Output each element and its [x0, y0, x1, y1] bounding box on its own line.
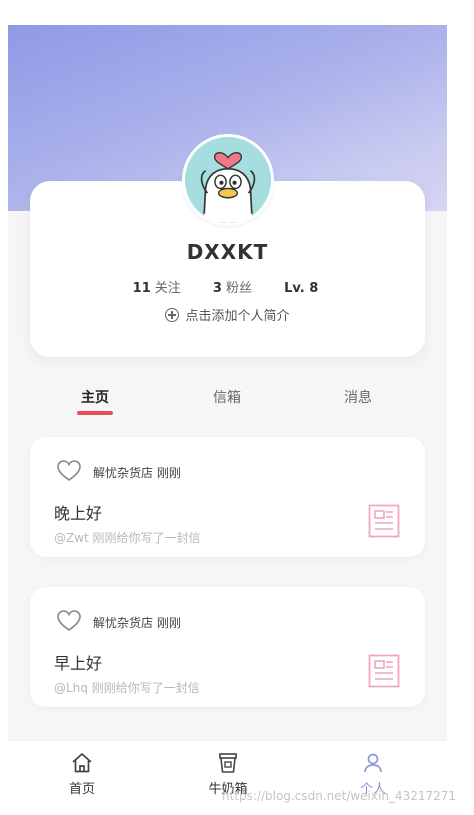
person-icon	[364, 753, 382, 773]
nav-item-home[interactable]: 首页	[42, 751, 122, 797]
followers-label: 粉丝	[225, 281, 252, 296]
heart-outline-icon[interactable]	[56, 459, 82, 483]
heart-outline-icon[interactable]	[56, 609, 82, 633]
following-stat[interactable]: 11 关注	[133, 277, 181, 296]
letter-sender: 解忧杂货店 刚刚	[93, 466, 181, 480]
add-bio-label: 点击添加个人简介	[185, 309, 290, 324]
letter-card[interactable]: 解忧杂货店 刚刚 早上好 @Lhq 刚刚给你写了一封信	[30, 587, 425, 707]
letter-subtitle: @Zwt 刚刚给你写了一封信	[54, 531, 201, 545]
letter-subtitle: @Lhq 刚刚给你写了一封信	[54, 681, 200, 695]
penguin-avatar-image	[185, 137, 271, 223]
milk-box-icon	[219, 753, 237, 773]
avatar[interactable]	[182, 134, 274, 226]
letter-sender: 解忧杂货店 刚刚	[93, 616, 181, 630]
letter-title: 早上好	[54, 654, 103, 673]
tab-messages[interactable]: 消息	[344, 387, 372, 407]
nav-home-label: 首页	[68, 782, 95, 797]
followers-stat[interactable]: 3 粉丝	[213, 277, 252, 296]
following-label: 关注	[154, 281, 181, 296]
plus-circle-icon	[165, 308, 180, 322]
tab-home[interactable]: 主页	[77, 387, 113, 415]
username: DXXKT	[186, 240, 269, 264]
letter-document-icon	[368, 654, 400, 688]
followers-count: 3	[212, 281, 222, 296]
profile-stats: 11 关注 3 粉丝 Lv. 8	[30, 277, 425, 296]
home-icon	[72, 753, 92, 773]
profile-tabs: 主页 信箱 消息	[8, 387, 447, 417]
letter-title: 晚上好	[54, 504, 103, 523]
level-value: Lv. 8	[284, 281, 319, 296]
level-stat: Lv. 8	[284, 281, 322, 296]
letter-card[interactable]: 解忧杂货店 刚刚 晚上好 @Zwt 刚刚给你写了一封信	[30, 437, 425, 557]
letter-document-icon	[368, 504, 400, 538]
add-bio-button[interactable]: 点击添加个人简介	[30, 305, 425, 324]
tab-mailbox[interactable]: 信箱	[213, 387, 241, 407]
app-frame: DXXKT 11 关注 3 粉丝 Lv. 8 点击添加个人简介 主页 信箱 消息…	[8, 25, 447, 806]
following-count: 11	[132, 281, 151, 296]
watermark: https://blog.csdn.net/weixin_43217271	[222, 789, 457, 803]
